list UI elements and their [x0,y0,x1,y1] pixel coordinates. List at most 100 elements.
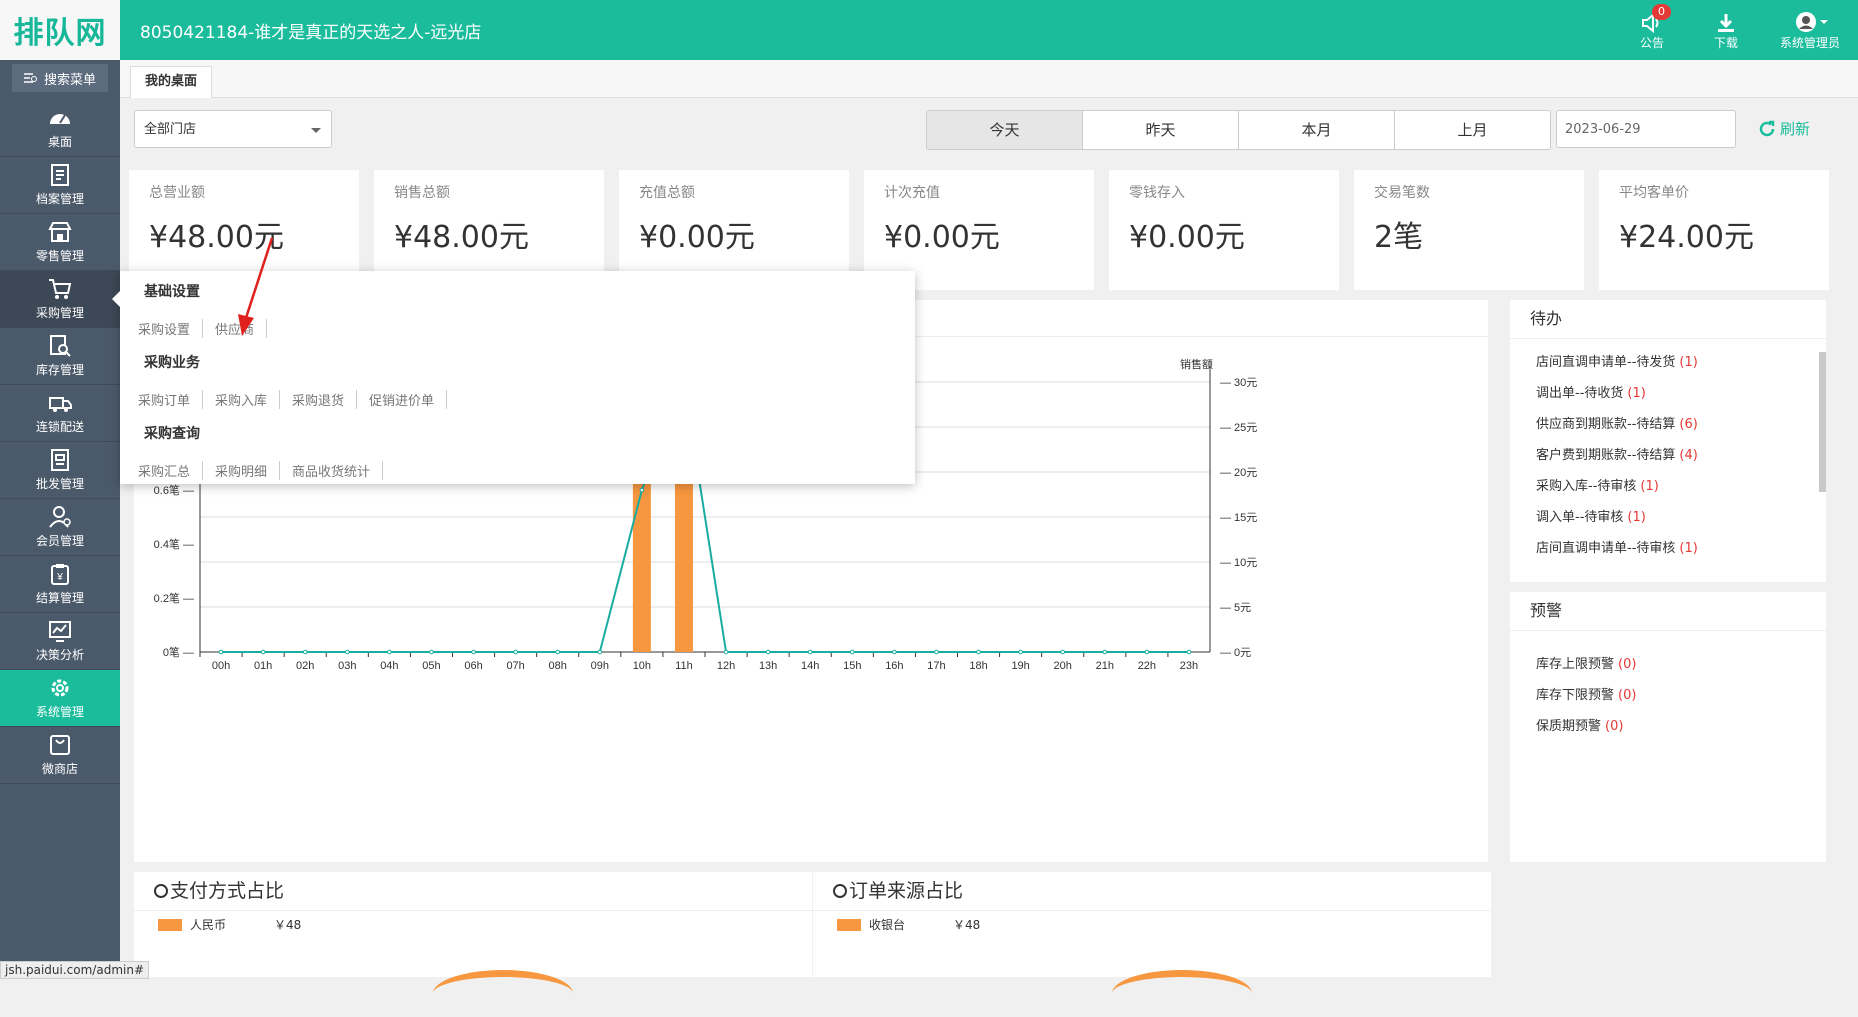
todo-item[interactable]: 调入单--待审核 (1) [1536,502,1826,533]
todo-item[interactable]: 供应商到期账款--待结算 (6) [1536,409,1826,440]
notice-button[interactable]: 0 公告 [1626,4,1678,51]
warning-item-count: (0) [1605,719,1624,734]
annotation-arrow [238,237,274,336]
sidebar: 搜索菜单 桌面 档案管理 零售管理 采购管理 库存管理 连锁配送 批发管理 会员… [0,60,120,977]
pie-slice[interactable] [433,970,573,1017]
legend-label: 人民币 [190,918,227,932]
stat-value: ¥0.00元 [639,220,755,255]
range-last-month-button[interactable]: 上月 [1394,111,1550,149]
sidebar-item-purchase[interactable]: 采购管理 [0,271,120,328]
date-input[interactable]: 2023-06-29 [1556,110,1736,148]
sidebar-item-label: 零售管理 [35,249,84,263]
x-tick-label: 15h [843,660,861,672]
line-point [471,649,476,655]
range-yesterday-button[interactable]: 昨天 [1082,111,1238,149]
todo-item-text: 店间直调申请单--待发货 [1536,355,1676,370]
flyout-link-purchase-inbound[interactable]: 采购入库 [215,390,281,409]
todo-item-text: 供应商到期账款--待结算 [1536,417,1676,432]
cart-icon [49,279,72,299]
sidebar-item-archive[interactable]: 档案管理 [0,157,120,214]
flyout-link-purchase-detail[interactable]: 采购明细 [215,461,281,480]
legend-swatch [837,918,861,931]
order-source-title: 订单来源占比 [849,880,964,902]
warning-list: 库存上限预警 (0) 库存下限预警 (0) 保质期预警 (0) [1510,649,1826,742]
sidebar-item-label: 采购管理 [35,306,84,320]
tab-my-desktop[interactable]: 我的桌面 [130,66,213,98]
x-tick-label: 21h [1096,660,1114,672]
analysis-icon [49,621,71,642]
x-tick-label: 11h [675,660,693,672]
notice-label: 公告 [1639,36,1664,50]
x-tick-label: 09h [591,660,609,672]
todo-item-text: 客户费到期账款--待结算 [1536,448,1676,463]
flyout-link-purchase-summary[interactable]: 采购汇总 [138,461,204,480]
flyout-link-purchase-return[interactable]: 采购退货 [292,390,358,409]
y-right-tick-label: — 20元 [1220,467,1257,479]
todo-item-count: (4) [1679,448,1698,463]
sidebar-item-label: 微商店 [41,762,78,776]
x-tick-label: 01h [254,660,272,672]
range-this-month-button[interactable]: 本月 [1238,111,1394,149]
todo-item[interactable]: 客户费到期账款--待结算 (4) [1536,440,1826,471]
menu-search-button[interactable]: 搜索菜单 [12,64,108,92]
stat-label: 零钱存入 [1129,185,1185,201]
user-menu[interactable]: 系统管理员 [1774,8,1846,51]
warning-item[interactable]: 保质期预警 (0) [1536,711,1826,742]
line-point [429,649,434,655]
sidebar-item-member[interactable]: 会员管理 [0,499,120,556]
x-tick-label: 22h [1138,660,1156,672]
menu-list-icon [23,73,37,83]
y-right-tick-label: — 5元 [1220,602,1251,614]
legend-amount: ￥48 [274,918,302,932]
sidebar-item-label: 会员管理 [35,534,84,548]
sidebar-item-desktop[interactable]: 桌面 [0,100,120,157]
flyout-link-promo-price[interactable]: 促销进价单 [369,390,448,409]
sidebar-nav: 桌面 档案管理 零售管理 采购管理 库存管理 连锁配送 批发管理 会员管理 ¥ … [0,100,120,784]
notice-badge: 0 [1652,4,1671,20]
store-select[interactable]: 全部门店 [134,110,332,148]
refresh-button[interactable]: 刷新 [1758,118,1810,139]
x-tick-label: 19h [1011,660,1029,672]
line-point [1144,649,1150,655]
sidebar-item-analysis[interactable]: 决策分析 [0,613,120,670]
source-legend[interactable]: 收银台 ￥48 [837,916,980,933]
sidebar-item-microshop[interactable]: 微商店 [0,727,120,784]
warning-item-count: (0) [1618,657,1637,672]
stat-card-avg-ticket: 平均客单价 ¥24.00元 [1599,170,1829,290]
sidebar-item-delivery[interactable]: 连锁配送 [0,385,120,442]
sidebar-item-settlement[interactable]: ¥ 结算管理 [0,556,120,613]
line-point [260,649,266,655]
line-point [976,649,981,655]
todo-item-count: (1) [1627,510,1646,525]
todo-scrollbar[interactable] [1819,352,1826,492]
todo-item[interactable]: 店间直调申请单--待审核 (1) [1536,533,1826,564]
todo-item[interactable]: 店间直调申请单--待发货 (1) [1536,347,1826,378]
download-label: 下载 [1713,36,1738,50]
payment-legend[interactable]: 人民币 ￥48 [158,916,301,933]
sidebar-item-system[interactable]: 系统管理 [0,670,120,727]
sidebar-item-wholesale[interactable]: 批发管理 [0,442,120,499]
warning-item-text: 库存上限预警 [1536,657,1615,672]
avatar [1774,8,1846,34]
refresh-label: 刷新 [1780,120,1811,138]
download-button[interactable]: 下载 [1700,8,1752,51]
range-today-button[interactable]: 今天 [927,111,1082,149]
sidebar-item-inventory[interactable]: 库存管理 [0,328,120,385]
todo-item[interactable]: 调出单--待收货 (1) [1536,378,1826,409]
pie-slice[interactable] [1112,970,1252,1017]
order-source-panel: 订单来源占比 收银台 ￥48 [813,872,1491,977]
todo-item[interactable]: 采购入库--待审核 (1) [1536,471,1826,502]
download-icon [1700,8,1752,34]
warning-item[interactable]: 库存下限预警 (0) [1536,680,1826,711]
member-icon [49,506,71,528]
stat-card-change-deposit: 零钱存入 ¥0.00元 [1109,170,1339,290]
stat-label: 销售总额 [394,185,450,201]
sidebar-item-retail[interactable]: 零售管理 [0,214,120,271]
warning-item[interactable]: 库存上限预警 (0) [1536,649,1826,680]
flyout-link-purchase-order[interactable]: 采购订单 [138,390,204,409]
x-tick-label: 03h [338,660,356,672]
y-right-axis-label: 销售额 [1180,357,1213,371]
flyout-link-purchase-settings[interactable]: 采购设置 [138,319,204,338]
logo[interactable]: 排队网 [0,0,120,60]
flyout-link-receipt-stats[interactable]: 商品收货统计 [292,461,384,480]
